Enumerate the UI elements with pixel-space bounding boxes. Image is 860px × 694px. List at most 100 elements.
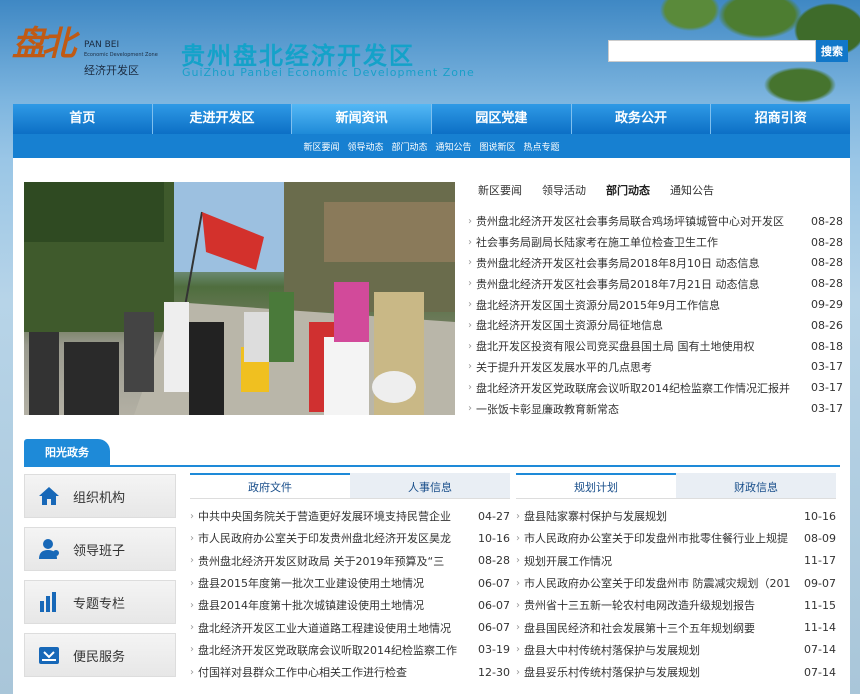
news-item-date: 08-28	[811, 235, 843, 249]
doc-item[interactable]: › 盘县2015年度第一批次工业建设使用土地情况 06-07	[190, 572, 510, 594]
doc-tab[interactable]: 规划计划	[516, 473, 676, 498]
news-item-date: 08-26	[811, 318, 843, 332]
doc-item-title[interactable]: 市人民政府办公室关于印发贵州盘北经济开发区昊龙	[198, 530, 470, 546]
doc-item-title[interactable]: 市人民政府办公室关于印发盘州市批零住餐行业上规提	[524, 530, 796, 546]
news-item[interactable]: › 一张饭卡彰显廉政教育新常态 03-17	[468, 398, 843, 419]
logo-english: PAN BEI	[84, 40, 120, 50]
doc-item-title[interactable]: 盘县妥乐村传统村落保护与发展规划	[524, 664, 796, 680]
doc-item[interactable]: › 贵州盘北经济开发区财政局 关于2019年预算及“三 08-28	[190, 550, 510, 572]
news-item[interactable]: › 盘北开发区投资有限公司竞买盘县国土局 国有土地使用权 08-18	[468, 336, 843, 357]
side-button-special[interactable]: 专题专栏	[24, 580, 176, 624]
news-item[interactable]: › 贵州盘北经济开发区社会事务局2018年7月21日 动态信息 08-28	[468, 273, 843, 294]
doc-item-title[interactable]: 盘县2015年度第一批次工业建设使用土地情况	[198, 575, 470, 591]
news-item[interactable]: › 贵州盘北经济开发区社会事务局2018年8月10日 动态信息 08-28	[468, 253, 843, 274]
side-button-leadership[interactable]: 领导班子	[24, 527, 176, 571]
news-tab[interactable]: 通知公告	[660, 178, 724, 204]
news-item-title[interactable]: 关于提升开发区发展水平的几点思考	[476, 359, 799, 375]
doc-item[interactable]: › 盘县2014年度第十批次城镇建设使用土地情况 06-07	[190, 594, 510, 616]
site-logo[interactable]: 盘北 PAN BEI Economic Development Zone 经济开…	[12, 16, 162, 82]
person-white	[324, 337, 369, 415]
news-item[interactable]: › 盘北经济开发区国土资源分局2015年9月工作信息 09-29	[468, 294, 843, 315]
featured-news-photo[interactable]	[24, 182, 455, 415]
section-title[interactable]: 阳光政务	[24, 439, 110, 467]
doc-item-title[interactable]: 市人民政府办公室关于印发盘州市 防震减灾规划（201	[524, 575, 796, 591]
doc-item-date: 11-14	[804, 621, 836, 635]
nav-item[interactable]: 新闻资讯	[292, 104, 433, 134]
news-item[interactable]: › 盘北经济开发区党政联席会议听取2014纪检监察工作情况汇报并 03-17	[468, 377, 843, 398]
doc-item[interactable]: › 盘北经济开发区工业大道道路工程建设使用土地情况 06-07	[190, 616, 510, 638]
subnav-item[interactable]: 热点专题	[524, 136, 560, 160]
doc-item[interactable]: › 盘县妥乐村传统村落保护与发展规划 07-14	[516, 661, 836, 683]
side-button-label: 便民服务	[73, 649, 126, 665]
subnav-item[interactable]: 部门动态	[391, 136, 427, 160]
subnav-item[interactable]: 图说新区	[480, 136, 516, 160]
subnav-item[interactable]: 领导动态	[347, 136, 383, 160]
doc-item-title[interactable]: 贵州省十三五新一轮农村电网改造升级规划报告	[524, 597, 796, 613]
doc-item-title[interactable]: 盘北经济开发区工业大道道路工程建设使用土地情况	[198, 620, 470, 636]
subnav-item[interactable]: 新区要闻	[303, 136, 339, 160]
news-tab[interactable]: 新区要闻	[468, 178, 532, 204]
side-button-label: 组织机构	[73, 490, 126, 506]
doc-item[interactable]: › 盘县陆家寨村保护与发展规划 10-16	[516, 505, 836, 527]
doc-item-date: 07-14	[804, 643, 836, 657]
nav-item[interactable]: 走进开发区	[153, 104, 293, 134]
nav-item[interactable]: 首页	[13, 104, 153, 134]
docs-left-panel: 政府文件 人事信息 › 中共中央国务院关于营造更好发展环境支持民营企业 04-27 › 市…	[190, 473, 510, 683]
doc-item[interactable]: › 市人民政府办公室关于印发贵州盘北经济开发区昊龙 10-16	[190, 527, 510, 549]
person	[64, 342, 119, 415]
news-item-title[interactable]: 贵州盘北经济开发区社会事务局2018年8月10日 动态信息	[476, 255, 799, 271]
doc-tab[interactable]: 政府文件	[190, 473, 350, 498]
doc-item-title[interactable]: 盘县陆家寨村保护与发展规划	[524, 508, 796, 524]
doc-item-title[interactable]: 盘县国民经济和社会发展第十三个五年规划纲要	[524, 620, 796, 636]
section-bar: 阳光政务	[24, 439, 840, 467]
news-item-title[interactable]: 盘北经济开发区党政联席会议听取2014纪检监察工作情况汇报并	[476, 380, 799, 396]
news-item-title[interactable]: 贵州盘北经济开发区社会事务局2018年7月21日 动态信息	[476, 276, 799, 292]
nav-item[interactable]: 园区党建	[432, 104, 572, 134]
doc-tab[interactable]: 财政信息	[676, 473, 836, 498]
news-item-title[interactable]: 社会事务局副局长陆家考在施工单位检查卫生工作	[476, 234, 799, 250]
news-item[interactable]: › 盘北经济开发区国土资源分局征地信息 08-26	[468, 315, 843, 336]
side-button-organization[interactable]: 组织机构	[24, 474, 176, 518]
news-item[interactable]: › 贵州盘北经济开发区社会事务局联合鸡场坪镇城管中心对开发区 08-28	[468, 211, 843, 232]
search-button[interactable]: 搜索	[816, 40, 848, 62]
search-input[interactable]	[608, 40, 816, 62]
doc-item-title[interactable]: 中共中央国务院关于营造更好发展环境支持民营企业	[198, 508, 470, 524]
doc-tab[interactable]: 人事信息	[350, 473, 510, 498]
nav-item[interactable]: 招商引资	[711, 104, 850, 134]
side-button-label: 领导班子	[73, 543, 126, 559]
news-item-title[interactable]: 盘北开发区投资有限公司竞买盘县国土局 国有土地使用权	[476, 338, 799, 354]
news-item-title[interactable]: 盘北经济开发区国土资源分局2015年9月工作信息	[476, 297, 799, 313]
doc-item-title[interactable]: 贵州盘北经济开发区财政局 关于2019年预算及“三	[198, 553, 470, 569]
doc-item-date: 06-07	[478, 598, 510, 612]
doc-item[interactable]: › 市人民政府办公室关于印发盘州市批零住餐行业上规提 08-09	[516, 527, 836, 549]
doc-item[interactable]: › 贵州省十三五新一轮农村电网改造升级规划报告 11-15	[516, 594, 836, 616]
doc-item-title[interactable]: 规划开展工作情况	[524, 553, 796, 569]
doc-item-title[interactable]: 盘县2014年度第十批次城镇建设使用土地情况	[198, 597, 470, 613]
doc-item[interactable]: › 盘县大中村传统村落保护与发展规划 07-14	[516, 639, 836, 661]
news-item[interactable]: › 社会事务局副局长陆家考在施工单位检查卫生工作 08-28	[468, 232, 843, 253]
news-tab[interactable]: 部门动态	[596, 178, 660, 204]
news-item[interactable]: › 关于提升开发区发展水平的几点思考 03-17	[468, 357, 843, 378]
doc-item-date: 11-17	[804, 554, 836, 568]
doc-item-title[interactable]: 付国祥对县群众工作中心相关工作进行检查	[198, 664, 470, 680]
doc-item[interactable]: › 付国祥对县群众工作中心相关工作进行检查 12-30	[190, 661, 510, 683]
doc-item[interactable]: › 规划开展工作情况 11-17	[516, 550, 836, 572]
doc-item-title[interactable]: 盘北经济开发区党政联席会议听取2014纪检监察工作	[198, 642, 470, 658]
chevron-right-icon: ›	[190, 532, 194, 544]
doc-item-title[interactable]: 盘县大中村传统村落保护与发展规划	[524, 642, 796, 658]
doc-item[interactable]: › 中共中央国务院关于营造更好发展环境支持民营企业 04-27	[190, 505, 510, 527]
chevron-right-icon: ›	[516, 644, 520, 656]
news-item-title[interactable]: 贵州盘北经济开发区社会事务局联合鸡场坪镇城管中心对开发区	[476, 213, 799, 229]
news-tab[interactable]: 领导活动	[532, 178, 596, 204]
subnav-item[interactable]: 通知公告	[436, 136, 472, 160]
doc-item-date: 11-15	[804, 598, 836, 612]
doc-item[interactable]: › 市人民政府办公室关于印发盘州市 防震减灾规划（201 09-07	[516, 572, 836, 594]
doc-item[interactable]: › 盘县国民经济和社会发展第十三个五年规划纲要 11-14	[516, 616, 836, 638]
person	[269, 292, 294, 362]
side-button-service[interactable]: 便民服务	[24, 633, 176, 677]
news-item-title[interactable]: 盘北经济开发区国土资源分局征地信息	[476, 317, 799, 333]
logo-english-small: Economic Development Zone	[84, 52, 158, 58]
nav-item[interactable]: 政务公开	[572, 104, 712, 134]
doc-item[interactable]: › 盘北经济开发区党政联席会议听取2014纪检监察工作 03-19	[190, 639, 510, 661]
news-item-title[interactable]: 一张饭卡彰显廉政教育新常态	[476, 401, 799, 417]
